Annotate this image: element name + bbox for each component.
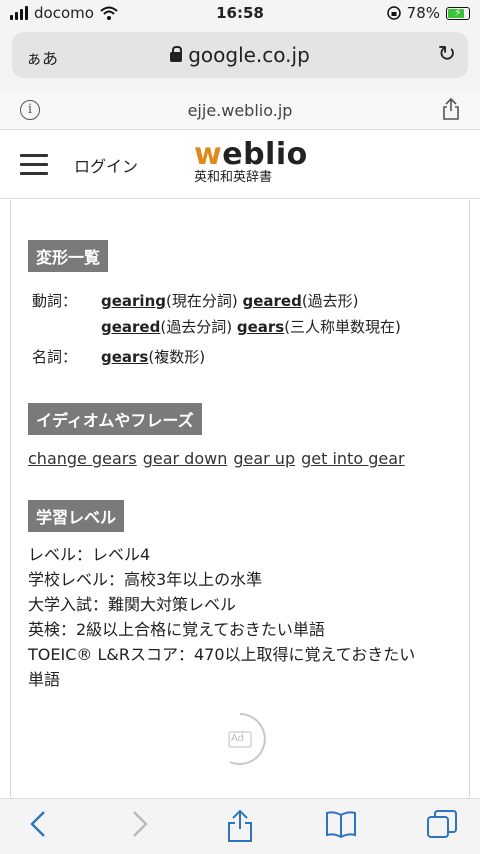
verb-forms-line-2: geared(過去分詞) gears(三人称単数現在) xyxy=(101,314,401,340)
level-line: 単語 xyxy=(28,670,61,689)
url-display[interactable]: google.co.jp xyxy=(12,43,468,67)
weblio-logo[interactable]: weblio 英和和英辞書 xyxy=(194,139,308,185)
orientation-lock-icon xyxy=(386,6,401,20)
idioms-heading: イディオムやフレーズ xyxy=(28,403,202,435)
site-domain: ejje.weblio.jp xyxy=(187,101,293,120)
form-note: (過去分詞) xyxy=(160,318,237,336)
site-info-bar: i ejje.weblio.jp xyxy=(0,90,480,130)
level-details: レベル：レベル4 学校レベル：高校3年以上の水準 大学入試：難関大対策レベル 英… xyxy=(28,542,415,692)
reload-icon[interactable]: ↻ xyxy=(438,42,456,67)
battery-percent: 78% xyxy=(406,4,440,22)
forward-icon[interactable] xyxy=(130,809,150,839)
gearing-link[interactable]: gearing xyxy=(101,292,166,310)
lock-icon xyxy=(170,46,183,62)
form-note: (三人称単数現在) xyxy=(284,318,401,336)
noun-label: 名詞： xyxy=(32,348,78,366)
share-icon[interactable] xyxy=(442,98,460,120)
level-line: 英検：2級以上合格に覚えておきたい単語 xyxy=(28,620,325,639)
idiom-link[interactable]: gear up xyxy=(233,449,295,468)
level-line: TOEIC® L&Rスコア：470以上取得に覚えておきたい xyxy=(28,645,416,664)
idiom-link[interactable]: change gears xyxy=(28,449,137,468)
share-icon[interactable] xyxy=(226,809,254,843)
back-icon[interactable] xyxy=(28,809,48,839)
form-note: (過去形) xyxy=(301,292,359,310)
logo-w: w xyxy=(194,137,223,172)
level-line: レベル：レベル4 xyxy=(28,545,151,564)
geared-pp-link[interactable]: geared xyxy=(101,318,160,336)
browser-url-area: ぁあ google.co.jp ↻ xyxy=(0,28,480,90)
battery-icon: ⚡ xyxy=(446,6,470,20)
gears-verb-link[interactable]: gears xyxy=(237,318,284,336)
bookmarks-icon[interactable] xyxy=(325,809,357,839)
menu-icon[interactable] xyxy=(20,154,48,176)
verb-forms-line-1: gearing(現在分詞) geared(過去形) xyxy=(101,288,359,314)
login-link[interactable]: ログイン xyxy=(74,153,138,177)
form-note: (複数形) xyxy=(148,348,206,366)
weblio-header: ログイン weblio 英和和英辞書 xyxy=(0,131,480,199)
noun-forms: gears(複数形) xyxy=(101,344,205,370)
idiom-list: change gears gear down gear up get into gea… xyxy=(28,446,411,472)
ad-loading-indicator: Ad xyxy=(212,711,268,767)
level-heading: 学習レベル xyxy=(28,500,125,532)
level-line: 学校レベル：高校3年以上の水準 xyxy=(28,570,263,589)
idiom-link[interactable]: get into gear xyxy=(301,449,404,468)
status-bar: docomo 16:58 78% ⚡ xyxy=(0,0,480,28)
address-bar[interactable]: ぁあ google.co.jp ↻ xyxy=(12,32,468,78)
browser-toolbar xyxy=(0,798,480,854)
geared-link[interactable]: geared xyxy=(242,292,301,310)
battery-info: 78% ⚡ xyxy=(386,4,470,22)
url-text: google.co.jp xyxy=(188,43,310,67)
ad-label: Ad xyxy=(231,733,245,744)
level-line: 大学入試：難関大対策レベル xyxy=(28,595,237,614)
logo-rest: eblio xyxy=(222,137,308,172)
gears-noun-link[interactable]: gears xyxy=(101,348,148,366)
idiom-link[interactable]: gear down xyxy=(143,449,228,468)
inflections-heading: 変形一覧 xyxy=(28,240,109,272)
verb-label: 動詞： xyxy=(32,292,78,310)
form-note: (現在分詞) xyxy=(166,292,243,310)
tabs-icon[interactable] xyxy=(426,809,458,841)
logo-subtitle: 英和和英辞書 xyxy=(194,170,273,185)
